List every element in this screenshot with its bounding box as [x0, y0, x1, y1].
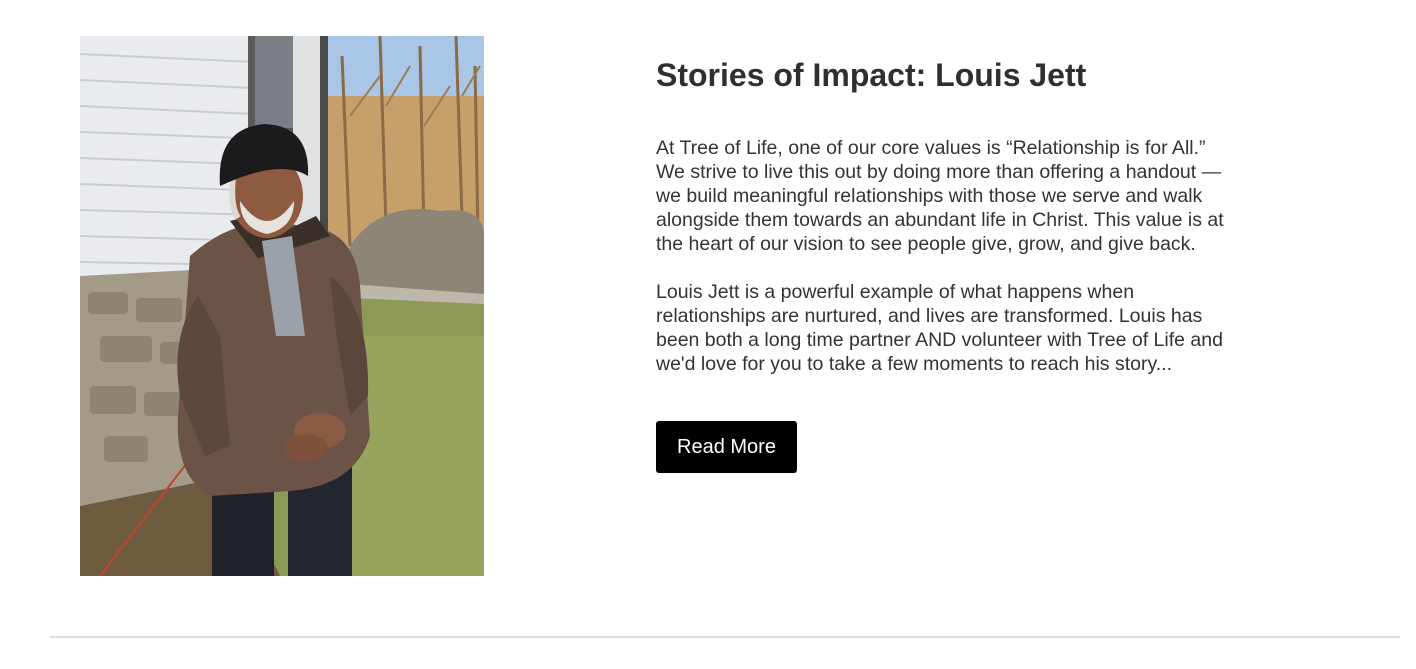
story-title: Stories of Impact: Louis Jett	[656, 57, 1087, 93]
louis-jett-photo	[80, 36, 484, 576]
story-photo	[80, 36, 484, 576]
section-divider	[50, 636, 1400, 638]
story-paragraph-values: At Tree of Life, one of our core values …	[656, 137, 1224, 255]
read-more-button[interactable]: Read More	[656, 421, 797, 473]
story-text-column: Stories of Impact: Louis Jett At Tree of…	[656, 56, 1226, 473]
story-paragraph-louis: Louis Jett is a powerful example of what…	[656, 281, 1223, 375]
